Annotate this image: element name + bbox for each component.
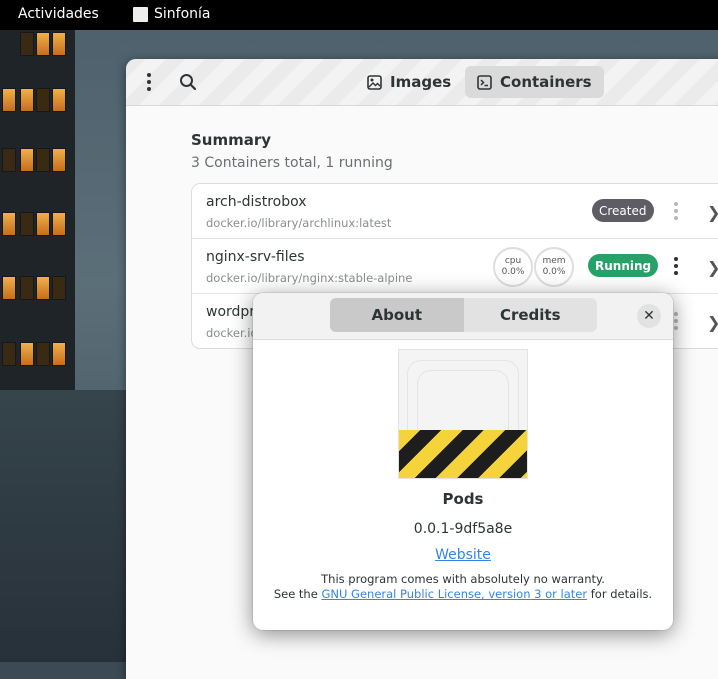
chevron-right-icon[interactable]: ❯ xyxy=(707,203,718,222)
website-link[interactable]: Website xyxy=(253,547,673,563)
search-icon xyxy=(180,74,197,91)
view-switcher: About Credits xyxy=(330,298,597,332)
about-app-name: Pods xyxy=(442,490,484,508)
cpu-value: 0.0% xyxy=(501,267,525,277)
search-button[interactable] xyxy=(175,69,201,95)
legal-prefix: See the xyxy=(273,587,318,601)
legal-suffix: for details. xyxy=(590,587,653,601)
container-image: docker.io/library/archlinux:latest xyxy=(206,216,392,230)
container-row-arch-distrobox[interactable]: arch-distrobox docker.io/library/archlin… xyxy=(192,184,718,239)
about-version: 0.0.1-9df5a8e xyxy=(413,521,513,537)
mem-label: mem xyxy=(542,256,566,266)
tab-images[interactable]: Images xyxy=(355,66,463,98)
tab-containers-label: Containers xyxy=(500,73,592,91)
mem-usage-indicator: mem 0.0% xyxy=(534,247,574,287)
cpu-usage-indicator: cpu 0.0% xyxy=(493,247,533,287)
tab-images-label: Images xyxy=(390,73,452,91)
chevron-right-icon[interactable]: ❯ xyxy=(707,258,718,277)
dialog-header: About Credits ✕ xyxy=(253,293,673,340)
summary-subtitle: 3 Containers total, 1 running xyxy=(191,155,393,171)
container-menu-button[interactable] xyxy=(674,202,678,220)
container-name: arch-distrobox xyxy=(206,194,307,210)
kebab-menu-icon xyxy=(674,202,678,220)
header-bar: Images Containers xyxy=(126,59,718,106)
tab-about[interactable]: About xyxy=(330,298,464,332)
construction-stripes xyxy=(399,430,527,478)
chevron-right-icon[interactable]: ❯ xyxy=(707,313,718,332)
app-menu-label: Sinfonía xyxy=(154,6,211,22)
status-badge: Created xyxy=(592,199,654,222)
image-icon xyxy=(367,74,382,90)
warranty-text: This program comes with absolutely no wa… xyxy=(321,572,605,586)
tab-containers[interactable]: Containers xyxy=(465,66,604,98)
container-image: docker.io xyxy=(206,326,258,340)
cpu-label: cpu xyxy=(504,256,522,266)
license-link[interactable]: GNU General Public License, version 3 or… xyxy=(321,587,587,601)
close-button[interactable]: ✕ xyxy=(637,304,661,328)
container-menu-button[interactable] xyxy=(674,312,678,330)
app-menu[interactable]: Sinfonía xyxy=(133,6,211,22)
container-image: docker.io/library/nginx:stable-alpine xyxy=(206,271,413,285)
app-icon xyxy=(133,6,148,22)
wallpaper-ground xyxy=(0,390,130,662)
container-menu-button[interactable] xyxy=(674,257,678,275)
container-name: nginx-srv-files xyxy=(206,249,305,265)
kebab-menu-icon xyxy=(147,73,151,91)
legal-notice: This program comes with absolutely no wa… xyxy=(253,572,673,602)
status-badge: Running xyxy=(588,254,659,277)
about-dialog: About Credits ✕ Pods 0.0.1-9df5a8e Websi… xyxy=(253,293,673,630)
summary-title: Summary xyxy=(191,131,272,149)
container-row-nginx-srv-files[interactable]: nginx-srv-files docker.io/library/nginx:… xyxy=(192,239,718,294)
main-menu-button[interactable] xyxy=(136,69,162,95)
app-logo xyxy=(398,349,528,479)
top-bar: Actividades Sinfonía xyxy=(0,0,718,30)
terminal-icon xyxy=(477,74,492,90)
mem-value: 0.0% xyxy=(542,267,566,277)
container-name: wordpr xyxy=(206,304,256,320)
tab-credits[interactable]: Credits xyxy=(464,298,598,332)
wallpaper-building xyxy=(0,30,75,400)
kebab-menu-icon xyxy=(674,257,678,275)
activities-button[interactable]: Actividades xyxy=(18,6,99,22)
close-icon: ✕ xyxy=(643,308,655,324)
kebab-menu-icon xyxy=(674,312,678,330)
